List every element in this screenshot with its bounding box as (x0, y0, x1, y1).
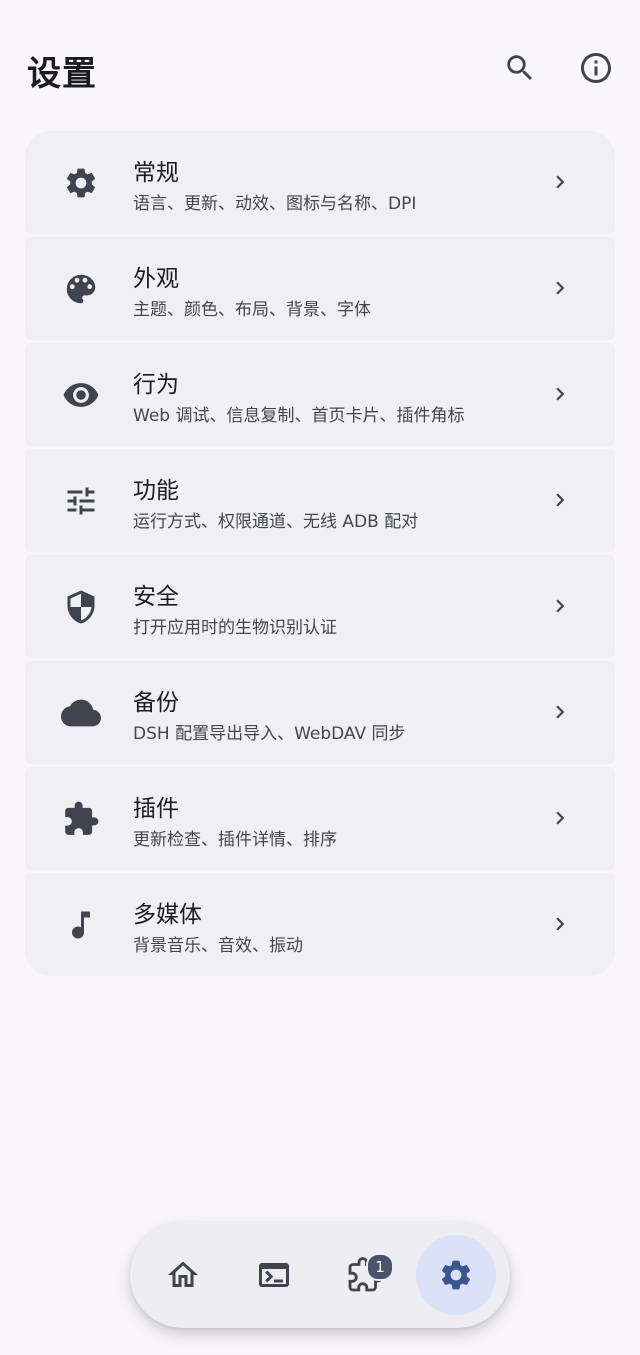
info-icon (581, 53, 611, 83)
page-title: 设置 (27, 54, 97, 94)
chevron-right-icon (547, 699, 573, 725)
settings-item-backup[interactable]: 备份 DSH 配置导出导入、WebDAV 同步 (25, 661, 615, 764)
bottom-navigation-bar: 1 (130, 1222, 510, 1328)
chevron-right-icon (547, 275, 573, 301)
chevron-right-icon (547, 911, 573, 937)
settings-item-security[interactable]: 安全 打开应用时的生物识别认证 (25, 555, 615, 658)
chevron-right-icon (547, 169, 573, 195)
top-app-bar: 设置 (0, 0, 640, 130)
settings-item-subtitle: 运行方式、权限通道、无线 ADB 配对 (133, 512, 419, 532)
settings-item-title: 功能 (133, 478, 179, 504)
settings-item-title: 插件 (133, 796, 179, 822)
settings-item-subtitle: 语言、更新、动效、图标与名称、DPI (133, 194, 417, 214)
gear-icon (59, 161, 103, 205)
settings-item-features[interactable]: 功能 运行方式、权限通道、无线 ADB 配对 (25, 449, 615, 552)
chevron-right-icon (547, 805, 573, 831)
settings-item-behavior[interactable]: 行为 Web 调试、信息复制、首页卡片、插件角标 (25, 343, 615, 446)
settings-list: 常规 语言、更新、动效、图标与名称、DPI 外观 主题、颜色、布局、背景、字体 … (25, 131, 615, 976)
puzzle-icon (59, 797, 103, 841)
home-icon (168, 1261, 198, 1287)
settings-item-subtitle: 打开应用时的生物识别认证 (133, 618, 337, 638)
search-icon (507, 55, 533, 81)
notification-badge: 1 (366, 1253, 394, 1281)
sliders-icon (59, 479, 103, 523)
settings-item-subtitle: DSH 配置导出导入、WebDAV 同步 (133, 724, 406, 744)
settings-item-subtitle: 更新检查、插件详情、排序 (133, 830, 337, 850)
search-button[interactable] (496, 44, 544, 92)
settings-item-title: 安全 (133, 584, 179, 610)
settings-item-subtitle: 主题、颜色、布局、背景、字体 (133, 300, 371, 320)
palette-icon (59, 267, 103, 311)
settings-item-subtitle: 背景音乐、音效、振动 (133, 936, 303, 956)
nav-plugins[interactable]: 1 (325, 1235, 405, 1315)
shield-icon (59, 585, 103, 629)
settings-item-title: 常规 (133, 160, 179, 186)
terminal-icon (259, 1263, 289, 1287)
gear-icon (441, 1260, 471, 1290)
nav-home[interactable] (143, 1235, 223, 1315)
info-button[interactable] (572, 44, 620, 92)
music-note-icon (59, 903, 103, 947)
settings-item-subtitle: Web 调试、信息复制、首页卡片、插件角标 (133, 406, 465, 426)
settings-item-plugins[interactable]: 插件 更新检查、插件详情、排序 (25, 767, 615, 870)
cloud-icon (59, 691, 103, 735)
chevron-right-icon (547, 381, 573, 407)
chevron-right-icon (547, 593, 573, 619)
chevron-right-icon (547, 487, 573, 513)
settings-item-title: 外观 (133, 266, 179, 292)
settings-item-title: 行为 (133, 372, 179, 398)
settings-item-general[interactable]: 常规 语言、更新、动效、图标与名称、DPI (25, 131, 615, 234)
nav-settings[interactable] (416, 1235, 496, 1315)
settings-item-title: 备份 (133, 690, 179, 716)
settings-item-media[interactable]: 多媒体 背景音乐、音效、振动 (25, 873, 615, 976)
eye-icon (59, 373, 103, 417)
nav-terminal[interactable] (234, 1235, 314, 1315)
settings-item-appearance[interactable]: 外观 主题、颜色、布局、背景、字体 (25, 237, 615, 340)
settings-item-title: 多媒体 (133, 902, 202, 928)
